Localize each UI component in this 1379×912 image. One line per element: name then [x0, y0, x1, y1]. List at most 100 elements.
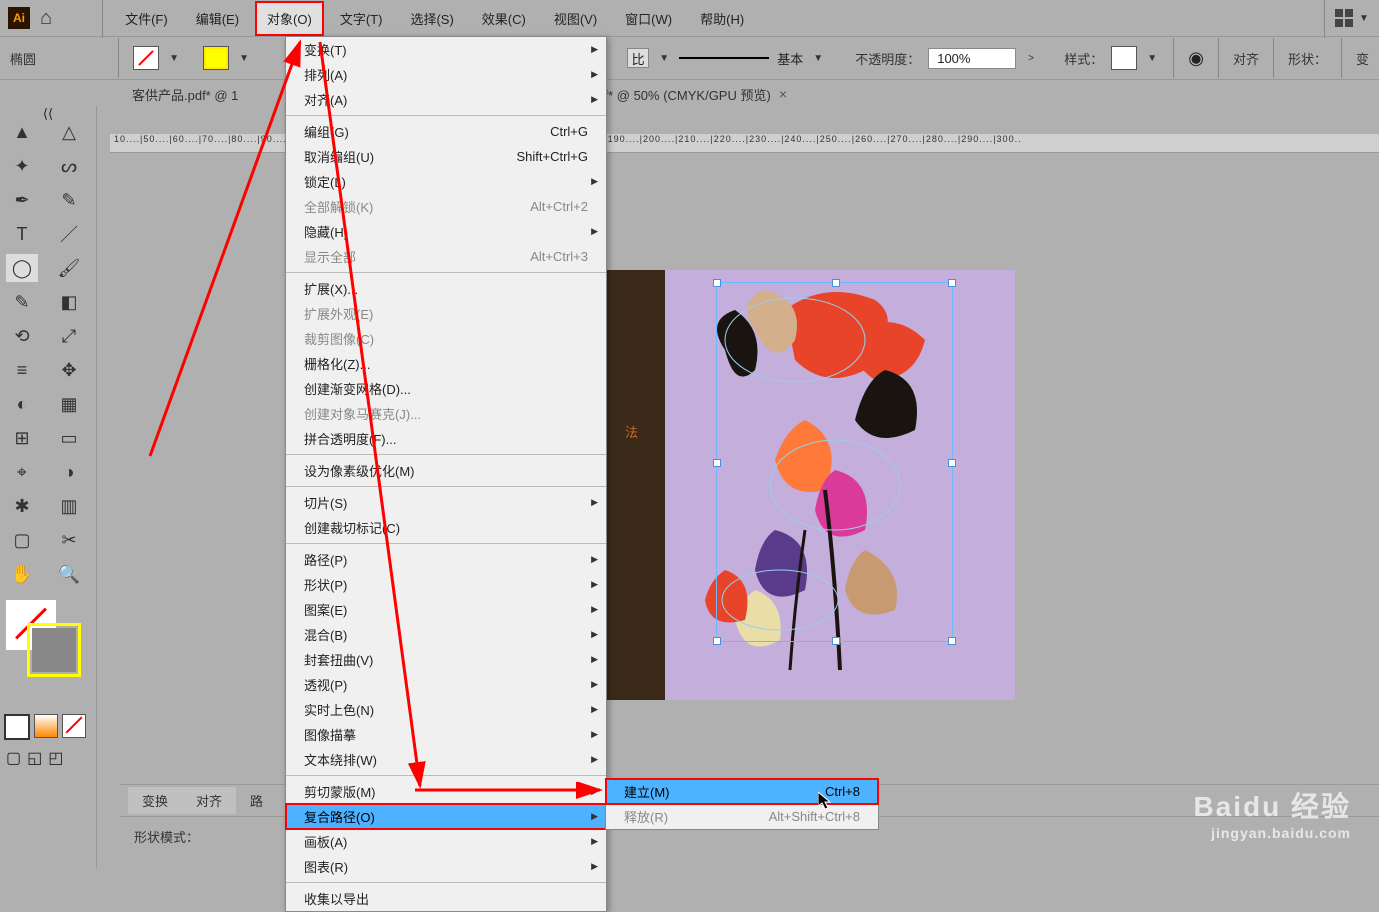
- slice-tool-icon[interactable]: ✂: [53, 526, 85, 554]
- ellipse-tool-icon[interactable]: ◯: [6, 254, 38, 282]
- menu-item-画板(A)[interactable]: 画板(A): [286, 829, 606, 854]
- eyedropper-tool-icon[interactable]: ⌖: [6, 458, 38, 486]
- blend-tool-icon[interactable]: ◑: [53, 458, 85, 486]
- menu-item-收集以导出[interactable]: 收集以导出: [286, 886, 606, 911]
- panel-tab-pathfinder[interactable]: 路: [236, 787, 277, 814]
- free-transform-tool-icon[interactable]: ✥: [53, 356, 85, 384]
- menu-edit[interactable]: 编辑(E): [184, 1, 251, 36]
- panel-tab-align[interactable]: 对齐: [182, 787, 236, 814]
- menu-item-混合(B)[interactable]: 混合(B): [286, 622, 606, 647]
- rotate-tool-icon[interactable]: ⟲: [6, 322, 38, 350]
- artboard-tool-icon[interactable]: ▢: [6, 526, 38, 554]
- menu-item-创建裁切标记(C)[interactable]: 创建裁切标记(C): [286, 515, 606, 540]
- hand-tool-icon[interactable]: ✋: [6, 560, 38, 588]
- menu-item-封套扭曲(V)[interactable]: 封套扭曲(V): [286, 647, 606, 672]
- panel-tab-transform[interactable]: 变换: [128, 787, 182, 814]
- close-icon[interactable]: ×: [779, 86, 787, 102]
- menu-item-扩展(X)...[interactable]: 扩展(X)...: [286, 276, 606, 301]
- style-swatch[interactable]: [1111, 46, 1137, 70]
- mesh-tool-icon[interactable]: ⊞: [6, 424, 38, 452]
- menu-item-图案(E)[interactable]: 图案(E): [286, 597, 606, 622]
- menu-item-文本绕排(W)[interactable]: 文本绕排(W): [286, 747, 606, 772]
- menu-select[interactable]: 选择(S): [398, 1, 465, 36]
- align-button[interactable]: 对齐: [1233, 49, 1259, 68]
- direct-selection-tool-icon[interactable]: △: [53, 118, 85, 146]
- menu-item-图像描摹[interactable]: 图像描摹: [286, 722, 606, 747]
- fill-dropdown-icon[interactable]: ▼: [167, 53, 181, 64]
- zoom-tool-icon[interactable]: 🔍: [53, 560, 85, 588]
- fill-swatch[interactable]: [133, 46, 159, 70]
- selection-tool-icon[interactable]: ▲: [6, 118, 38, 146]
- menu-item-复合路径(O)[interactable]: 复合路径(O): [286, 804, 606, 829]
- menu-effect[interactable]: 效果(C): [470, 1, 538, 36]
- menu-item-扩展外观(E): 扩展外观(E): [286, 301, 606, 326]
- menu-item-剪切蒙版(M)[interactable]: 剪切蒙版(M): [286, 779, 606, 804]
- menu-item-透视(P)[interactable]: 透视(P): [286, 672, 606, 697]
- menu-item-设为像素级优化(M)[interactable]: 设为像素级优化(M): [286, 458, 606, 483]
- document-tab-2[interactable]: .pdf* @ 50% (CMYK/GPU 预览) ×: [574, 81, 799, 108]
- recolor-icon[interactable]: ◉: [1188, 48, 1204, 69]
- separator: [102, 0, 103, 38]
- draw-inside-icon[interactable]: ◰: [48, 748, 63, 768]
- menu-item-取消编组(U)[interactable]: 取消编组(U)Shift+Ctrl+G: [286, 144, 606, 169]
- menu-item-栅格化(Z)...[interactable]: 栅格化(Z)...: [286, 351, 606, 376]
- menu-item-拼合透明度(F)...[interactable]: 拼合透明度(F)...: [286, 426, 606, 451]
- opacity-input[interactable]: 100%: [928, 48, 1016, 69]
- eraser-tool-icon[interactable]: ◧: [53, 288, 85, 316]
- shape-button[interactable]: 形状：: [1288, 49, 1327, 68]
- shaper-tool-icon[interactable]: ✎: [6, 288, 38, 316]
- menu-help[interactable]: 帮助(H): [688, 1, 756, 36]
- menu-view[interactable]: 视图(V): [542, 1, 609, 36]
- workspace-dropdown-icon[interactable]: ▼: [1357, 13, 1371, 24]
- workspace-switcher-icon[interactable]: [1335, 9, 1353, 27]
- stroke-dropdown-icon[interactable]: ▼: [237, 53, 251, 64]
- color-mode-icons[interactable]: [4, 714, 96, 740]
- menu-item-路径(P)[interactable]: 路径(P): [286, 547, 606, 572]
- opacity-arrow-icon[interactable]: >: [1024, 53, 1038, 64]
- document-tabs: 客供产品.pdf* @ 1 .pdf* @ 50% (CMYK/GPU 预览) …: [0, 79, 1379, 108]
- document-tab-1[interactable]: 客供产品.pdf* @ 1: [120, 81, 250, 108]
- opacity-label: 不透明度：: [855, 49, 920, 68]
- home-icon[interactable]: ⌂: [40, 7, 52, 30]
- selection-bounding-box[interactable]: [716, 282, 953, 642]
- menu-object[interactable]: 对象(O): [255, 1, 324, 36]
- magic-wand-tool-icon[interactable]: ✦: [6, 152, 38, 180]
- line-tool-icon[interactable]: ／: [53, 220, 85, 248]
- paintbrush-tool-icon[interactable]: 🖌: [53, 254, 85, 282]
- stroke-profile-label: 基本: [777, 49, 803, 68]
- symbol-sprayer-tool-icon[interactable]: ✱: [6, 492, 38, 520]
- submenu-item-建立(M)[interactable]: 建立(M)Ctrl+8: [606, 779, 878, 804]
- menu-item-排列(A)[interactable]: 排列(A): [286, 62, 606, 87]
- lasso-tool-icon[interactable]: ᔕ: [53, 152, 85, 180]
- menu-item-切片(S)[interactable]: 切片(S): [286, 490, 606, 515]
- scale-tool-icon[interactable]: ⤢: [53, 322, 85, 350]
- shape-builder-tool-icon[interactable]: ◐: [6, 390, 38, 418]
- width-tool-icon[interactable]: ≡: [6, 356, 38, 384]
- menu-item-变换(T)[interactable]: 变换(T): [286, 37, 606, 62]
- menu-item-实时上色(N)[interactable]: 实时上色(N): [286, 697, 606, 722]
- perspective-grid-tool-icon[interactable]: ▦: [53, 390, 85, 418]
- type-tool-icon[interactable]: T: [6, 220, 38, 248]
- menu-item-创建渐变网格(D)...[interactable]: 创建渐变网格(D)...: [286, 376, 606, 401]
- transform-button[interactable]: 变: [1356, 49, 1369, 68]
- menu-item-图表(R)[interactable]: 图表(R): [286, 854, 606, 879]
- menu-file[interactable]: 文件(F): [113, 1, 180, 36]
- menu-window[interactable]: 窗口(W): [613, 1, 684, 36]
- brush-def-icon[interactable]: 比: [627, 48, 649, 68]
- separator: [1324, 0, 1325, 38]
- curvature-tool-icon[interactable]: ✎: [53, 186, 85, 214]
- draw-normal-icon[interactable]: ▢: [6, 748, 21, 768]
- column-graph-tool-icon[interactable]: ▥: [53, 492, 85, 520]
- menu-type[interactable]: 文字(T): [328, 1, 395, 36]
- gradient-tool-icon[interactable]: ▭: [53, 424, 85, 452]
- stroke-preview[interactable]: [679, 52, 769, 64]
- stroke-color-icon[interactable]: [32, 628, 76, 672]
- menu-item-对齐(A)[interactable]: 对齐(A): [286, 87, 606, 112]
- menu-item-编组(G)[interactable]: 编组(G)Ctrl+G: [286, 119, 606, 144]
- stroke-swatch[interactable]: [203, 46, 229, 70]
- menu-item-锁定(L)[interactable]: 锁定(L): [286, 169, 606, 194]
- menu-item-形状(P)[interactable]: 形状(P): [286, 572, 606, 597]
- pen-tool-icon[interactable]: ✒: [6, 186, 38, 214]
- draw-behind-icon[interactable]: ◱: [27, 748, 42, 768]
- menu-item-隐藏(H)[interactable]: 隐藏(H): [286, 219, 606, 244]
